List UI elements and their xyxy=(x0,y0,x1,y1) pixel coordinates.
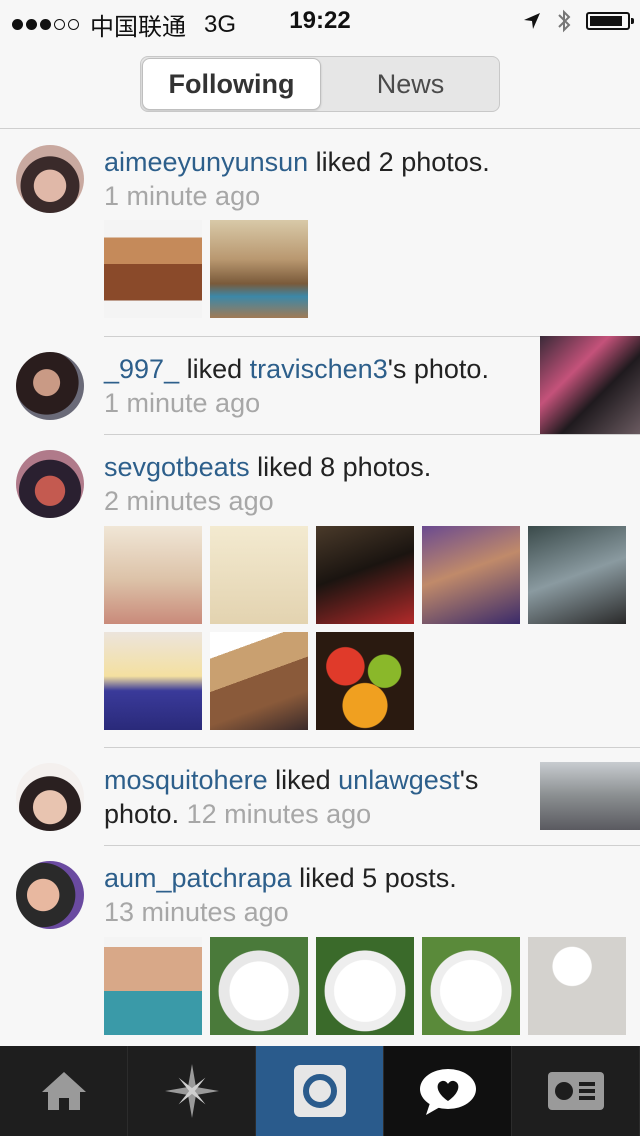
photo-thumb[interactable] xyxy=(316,937,414,1035)
timestamp: 2 minutes ago xyxy=(104,486,274,516)
avatar[interactable] xyxy=(16,352,84,420)
divider xyxy=(104,845,640,846)
photo-thumb[interactable] xyxy=(210,632,308,730)
camera-icon xyxy=(293,1065,346,1117)
battery-icon xyxy=(586,12,634,30)
avatar[interactable] xyxy=(16,145,84,213)
photo-thumb[interactable] xyxy=(210,526,308,624)
tab-following[interactable]: Following xyxy=(142,58,321,110)
photo-thumb[interactable] xyxy=(316,632,414,730)
username-link[interactable]: _997_ xyxy=(104,354,179,384)
avatar[interactable] xyxy=(16,450,84,518)
top-nav: Following News xyxy=(0,40,640,129)
action-text-line2: photo. xyxy=(104,799,187,829)
timestamp: 12 minutes ago xyxy=(186,799,372,829)
photo-thumb[interactable] xyxy=(422,937,520,1035)
tab-profile[interactable] xyxy=(512,1046,640,1136)
photo-thumb[interactable] xyxy=(540,336,640,434)
tab-news-activity[interactable] xyxy=(384,1046,512,1136)
target-user-link[interactable]: unlawgest xyxy=(338,765,460,795)
action-suffix: 's photo. xyxy=(387,354,489,384)
photo-thumb[interactable] xyxy=(540,762,640,830)
bluetooth-icon xyxy=(558,9,571,33)
photo-thumb[interactable] xyxy=(210,937,308,1035)
photo-thumbs xyxy=(104,220,634,318)
action-text: liked xyxy=(179,354,250,384)
news-icon xyxy=(419,1069,476,1115)
photo-thumb[interactable] xyxy=(210,220,308,318)
divider xyxy=(104,434,640,435)
tab-news[interactable]: News xyxy=(322,57,499,111)
timestamp: 13 minutes ago xyxy=(104,897,289,927)
activity-text: aimeeyunyunsun liked 2 photos. 1 minute … xyxy=(104,145,490,213)
status-bar: 中国联通 3G 19:22 xyxy=(0,0,640,41)
activity-text: aum_patchrapa liked 5 posts. 13 minutes … xyxy=(104,861,457,929)
photo-thumb[interactable] xyxy=(316,526,414,624)
activity-text: mosquitohere liked unlawgest's photo. 12… xyxy=(104,763,478,831)
username-link[interactable]: aum_patchrapa xyxy=(104,863,292,893)
home-icon xyxy=(41,1072,86,1110)
photo-thumbs xyxy=(104,937,634,1035)
activity-feed: aimeeyunyunsun liked 2 photos. 1 minute … xyxy=(0,129,640,1046)
photo-thumb[interactable] xyxy=(528,526,626,624)
username-link[interactable]: aimeeyunyunsun xyxy=(104,147,308,177)
photo-thumb[interactable] xyxy=(104,526,202,624)
avatar[interactable] xyxy=(16,763,84,831)
username-link[interactable]: mosquitohere xyxy=(104,765,268,795)
photo-thumb[interactable] xyxy=(528,937,626,1035)
status-icons xyxy=(522,8,634,34)
divider xyxy=(104,747,640,748)
tab-home[interactable] xyxy=(0,1046,128,1136)
timestamp: 1 minute ago xyxy=(104,388,261,418)
photo-thumbs xyxy=(104,526,634,730)
action-text: liked 8 photos. xyxy=(249,452,432,482)
action-text: liked 2 photos. xyxy=(308,147,490,177)
bottom-tab-bar xyxy=(0,1046,640,1136)
explore-icon xyxy=(164,1064,219,1118)
photo-thumb[interactable] xyxy=(104,220,202,318)
activity-text: _997_ liked travischen3's photo. 1 minut… xyxy=(104,352,489,420)
activity-text: sevgotbeats liked 8 photos. 2 minutes ag… xyxy=(104,450,431,518)
timestamp: 1 minute ago xyxy=(104,181,261,211)
username-link[interactable]: sevgotbeats xyxy=(104,452,250,482)
profile-icon xyxy=(547,1072,604,1110)
target-user-link[interactable]: travischen3 xyxy=(250,354,388,384)
action-text: liked 5 posts. xyxy=(291,863,457,893)
photo-thumb[interactable] xyxy=(104,632,202,730)
location-arrow-icon xyxy=(524,13,540,29)
photo-thumb[interactable] xyxy=(422,526,520,624)
segmented-control: Following News xyxy=(140,56,500,112)
photo-thumb[interactable] xyxy=(104,937,202,1035)
action-suffix: 's xyxy=(459,765,479,795)
tab-explore[interactable] xyxy=(128,1046,256,1136)
tab-camera[interactable] xyxy=(256,1046,384,1136)
avatar[interactable] xyxy=(16,861,84,929)
action-text: liked xyxy=(267,765,339,795)
